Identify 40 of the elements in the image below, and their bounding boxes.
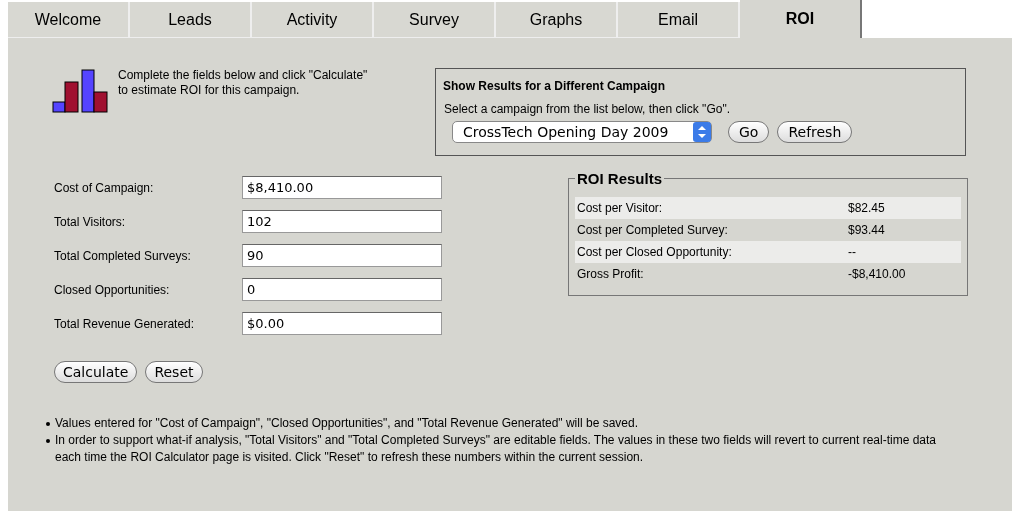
tab[interactable]: Email <box>618 2 740 38</box>
field-label: Cost of Campaign: <box>54 179 155 197</box>
intro-text: Complete the fields below and click "Calculate" to estimate ROI for this campaign. <box>118 68 368 99</box>
campaign-hint: Select a campaign from the list below, then click "Go". <box>444 101 731 118</box>
field-label: Closed Opportunities: <box>54 281 171 299</box>
campaign-button[interactable]: Go <box>728 121 770 143</box>
form-button[interactable]: Calculate <box>54 361 138 383</box>
note-text: In order to support what-if analysis, "Total Visitors" and "Total Completed Surveys" are editable fields. The values in these two fields will revert to current real-time data each time the ROI Calculator page is visited. Click "Reset" to refresh these numbers within the current session. <box>55 432 937 466</box>
note-text: Values entered for "Cost of Campaign", "Closed Opportunities", and "Total Revenue Generated" will be saved. <box>55 415 638 432</box>
bar-chart-icon <box>52 68 110 114</box>
field-label: Total Revenue Generated: <box>54 315 196 333</box>
input-field[interactable]: $0.00 <box>242 312 442 335</box>
input-field[interactable]: 0 <box>242 278 442 301</box>
result-label: Cost per Closed Opportunity: <box>577 244 733 261</box>
campaign-select[interactable]: CrossTech Opening Day 2009 <box>452 121 712 143</box>
form-button[interactable]: Reset <box>145 361 203 383</box>
result-label: Cost per Completed Survey: <box>577 222 729 239</box>
tab[interactable]: Welcome <box>8 2 130 38</box>
result-label: Gross Profit: <box>577 266 645 283</box>
result-value: $82.45 <box>848 200 885 217</box>
stepper-icon <box>693 122 711 142</box>
field-label: Total Completed Surveys: <box>54 247 192 265</box>
result-value: $93.44 <box>848 222 885 239</box>
tab[interactable]: Leads <box>130 2 252 38</box>
input-field[interactable]: 102 <box>242 210 442 233</box>
tab[interactable]: Graphs <box>496 2 618 38</box>
input-field[interactable]: 90 <box>242 244 442 267</box>
result-value: -$8,410.00 <box>848 266 906 283</box>
tab[interactable]: Activity <box>252 2 374 38</box>
tab[interactable]: Survey <box>374 2 496 38</box>
field-label: Total Visitors: <box>54 213 127 231</box>
bullet-icon <box>46 422 50 426</box>
campaign-select-value: CrossTech Opening Day 2009 <box>463 122 669 142</box>
campaign-button[interactable]: Refresh <box>777 121 853 143</box>
bullet-icon <box>46 439 50 443</box>
tab[interactable]: ROI <box>740 0 862 38</box>
campaign-panel-title: Show Results for a Different Campaign <box>443 78 667 95</box>
result-value: -- <box>848 244 856 261</box>
result-label: Cost per Visitor: <box>577 200 664 217</box>
input-field[interactable]: $8,410.00 <box>242 176 442 199</box>
